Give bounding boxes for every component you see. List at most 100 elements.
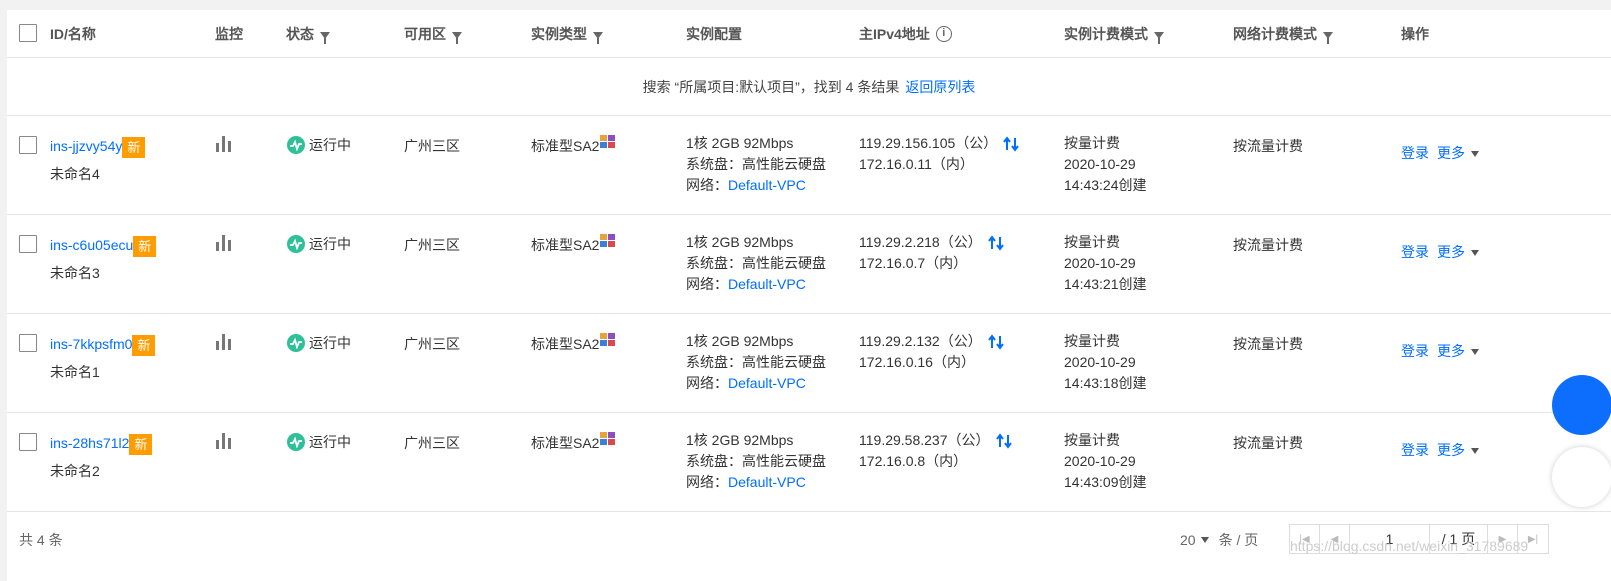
instance-type-text: 标准型SA2	[531, 237, 600, 253]
config-spec: 1核 2GB 92Mbps	[686, 234, 794, 250]
login-link[interactable]: 登录	[1401, 145, 1429, 161]
swap-ip-icon[interactable]	[1003, 136, 1020, 152]
search-result-notice: 搜索 “所属项目:默认项目”，找到 4 条结果 返回原列表	[7, 58, 1611, 116]
instance-name: 未命名1	[50, 364, 100, 380]
more-dropdown[interactable]: 更多	[1437, 343, 1479, 359]
net-billing-text: 按流量计费	[1233, 435, 1303, 451]
instance-type-cell: 标准型SA2	[531, 332, 617, 354]
created-time: 14:43:09创建	[1064, 474, 1147, 490]
created-date: 2020-10-29	[1064, 354, 1136, 370]
monitor-icon[interactable]	[216, 235, 231, 251]
swap-ip-icon[interactable]	[987, 334, 1004, 350]
ipv4-cell: 119.29.2.132（公） 172.16.0.16（内）	[859, 331, 1004, 373]
id-name-cell: ins-7kkpsfm0 新 未命名1	[50, 335, 156, 382]
chevron-down-icon	[1471, 151, 1479, 158]
running-status-icon	[287, 235, 305, 253]
instance-type-text: 标准型SA2	[531, 336, 600, 352]
config-network-label: 网络：	[686, 474, 728, 490]
header-status[interactable]: 状态	[286, 24, 330, 44]
filter-icon[interactable]	[593, 31, 603, 44]
monitor-icon[interactable]	[216, 334, 231, 350]
instance-id-link[interactable]: ins-c6u05ecu	[50, 237, 133, 253]
info-icon[interactable]: i	[935, 26, 952, 42]
instance-type-cell: 标准型SA2	[531, 135, 617, 156]
filter-icon[interactable]	[452, 31, 462, 44]
login-link[interactable]: 登录	[1401, 442, 1429, 458]
billing-mode: 按量计费	[1064, 333, 1120, 349]
filter-icon[interactable]	[320, 31, 330, 44]
public-ip: 119.29.58.237（公）	[859, 432, 990, 448]
status-cell: 运行中	[287, 135, 351, 155]
table-header: ID/名称 监控 状态 可用区 实例类型 实例配置 主IPv4地址 i 实例计费模…	[7, 10, 1611, 58]
config-cell: 1核 2GB 92Mbps 系统盘：高性能云硬盘 网络：Default-VPC	[686, 430, 826, 493]
config-disk: 系统盘：高性能云硬盘	[686, 453, 826, 469]
login-link[interactable]: 登录	[1401, 244, 1429, 260]
login-link[interactable]: 登录	[1401, 343, 1429, 359]
vpc-link[interactable]: Default-VPC	[728, 276, 806, 292]
header-billing[interactable]: 实例计费模式	[1064, 24, 1164, 44]
more-dropdown[interactable]: 更多	[1437, 145, 1479, 161]
more-dropdown[interactable]: 更多	[1437, 442, 1479, 458]
table-row: ins-c6u05ecu 新 未命名3 运行中 广州三区 标准型SA2 1核 2G…	[7, 215, 1611, 314]
table-row: ins-7kkpsfm0 新 未命名1 运行中 广州三区 标准型SA2 1核 2G…	[7, 314, 1611, 413]
new-badge: 新	[132, 335, 156, 356]
monitor-icon[interactable]	[216, 433, 231, 449]
instance-id-link[interactable]: ins-28hs71l2	[50, 435, 129, 451]
zone-text: 广州三区	[404, 237, 460, 253]
instance-type-badge-icon	[599, 332, 617, 346]
filter-icon[interactable]	[1154, 31, 1164, 44]
table-row: ins-28hs71l2 新 未命名2 运行中 广州三区 标准型SA2 1核 2G…	[7, 413, 1611, 512]
return-list-link[interactable]: 返回原列表	[905, 79, 975, 95]
header-net-billing[interactable]: 网络计费模式	[1233, 24, 1333, 44]
floating-help-button[interactable]	[1552, 375, 1611, 435]
net-billing-text: 按流量计费	[1233, 237, 1303, 253]
running-status-icon	[287, 433, 305, 451]
instance-type-badge-icon	[599, 431, 617, 445]
more-label: 更多	[1437, 343, 1465, 359]
created-time: 14:43:18创建	[1064, 375, 1147, 391]
swap-ip-icon[interactable]	[995, 433, 1012, 449]
instance-id-link[interactable]: ins-7kkpsfm0	[50, 336, 132, 352]
watermark: https://blog.csdn.net/weixin_31789689	[1290, 538, 1529, 554]
config-spec: 1核 2GB 92Mbps	[686, 432, 794, 448]
more-label: 更多	[1437, 442, 1465, 458]
instance-type-cell: 标准型SA2	[531, 431, 617, 453]
row-checkbox[interactable]	[19, 136, 37, 154]
status-text: 运行中	[309, 434, 351, 450]
header-zone[interactable]: 可用区	[404, 24, 462, 44]
running-status-icon	[287, 136, 305, 154]
ops-cell: 登录 更多	[1401, 440, 1487, 460]
more-dropdown[interactable]: 更多	[1437, 244, 1479, 260]
config-cell: 1核 2GB 92Mbps 系统盘：高性能云硬盘 网络：Default-VPC	[686, 331, 826, 394]
zone-text: 广州三区	[404, 336, 460, 352]
monitor-icon[interactable]	[216, 136, 231, 152]
row-checkbox[interactable]	[19, 235, 37, 253]
chevron-down-icon	[1471, 349, 1479, 356]
status-cell: 运行中	[287, 432, 351, 452]
filter-icon[interactable]	[1323, 31, 1333, 44]
config-spec: 1核 2GB 92Mbps	[686, 333, 794, 349]
instance-name: 未命名3	[50, 265, 100, 281]
instance-name: 未命名2	[50, 463, 100, 479]
floating-feedback-button[interactable]	[1552, 447, 1611, 507]
header-monitor: 监控	[215, 26, 243, 42]
select-all-checkbox[interactable]	[19, 24, 37, 42]
public-ip: 119.29.2.132（公）	[859, 333, 982, 349]
header-ops: 操作	[1401, 26, 1429, 42]
more-label: 更多	[1437, 145, 1465, 161]
row-checkbox[interactable]	[19, 334, 37, 352]
row-checkbox[interactable]	[19, 433, 37, 451]
header-ipv4: 主IPv4地址 i	[859, 24, 952, 44]
created-date: 2020-10-29	[1064, 453, 1136, 469]
header-instance-type[interactable]: 实例类型	[531, 24, 603, 44]
vpc-link[interactable]: Default-VPC	[728, 375, 806, 391]
page-size-select[interactable]: 20 条 / 页	[1180, 530, 1258, 550]
net-billing-text: 按流量计费	[1233, 336, 1303, 352]
vpc-link[interactable]: Default-VPC	[728, 177, 806, 193]
public-ip: 119.29.2.218（公）	[859, 234, 982, 250]
vpc-link[interactable]: Default-VPC	[728, 474, 806, 490]
ops-cell: 登录 更多	[1401, 143, 1487, 163]
config-disk: 系统盘：高性能云硬盘	[686, 354, 826, 370]
instance-id-link[interactable]: ins-jjzvy54y	[50, 138, 122, 154]
swap-ip-icon[interactable]	[987, 235, 1004, 251]
